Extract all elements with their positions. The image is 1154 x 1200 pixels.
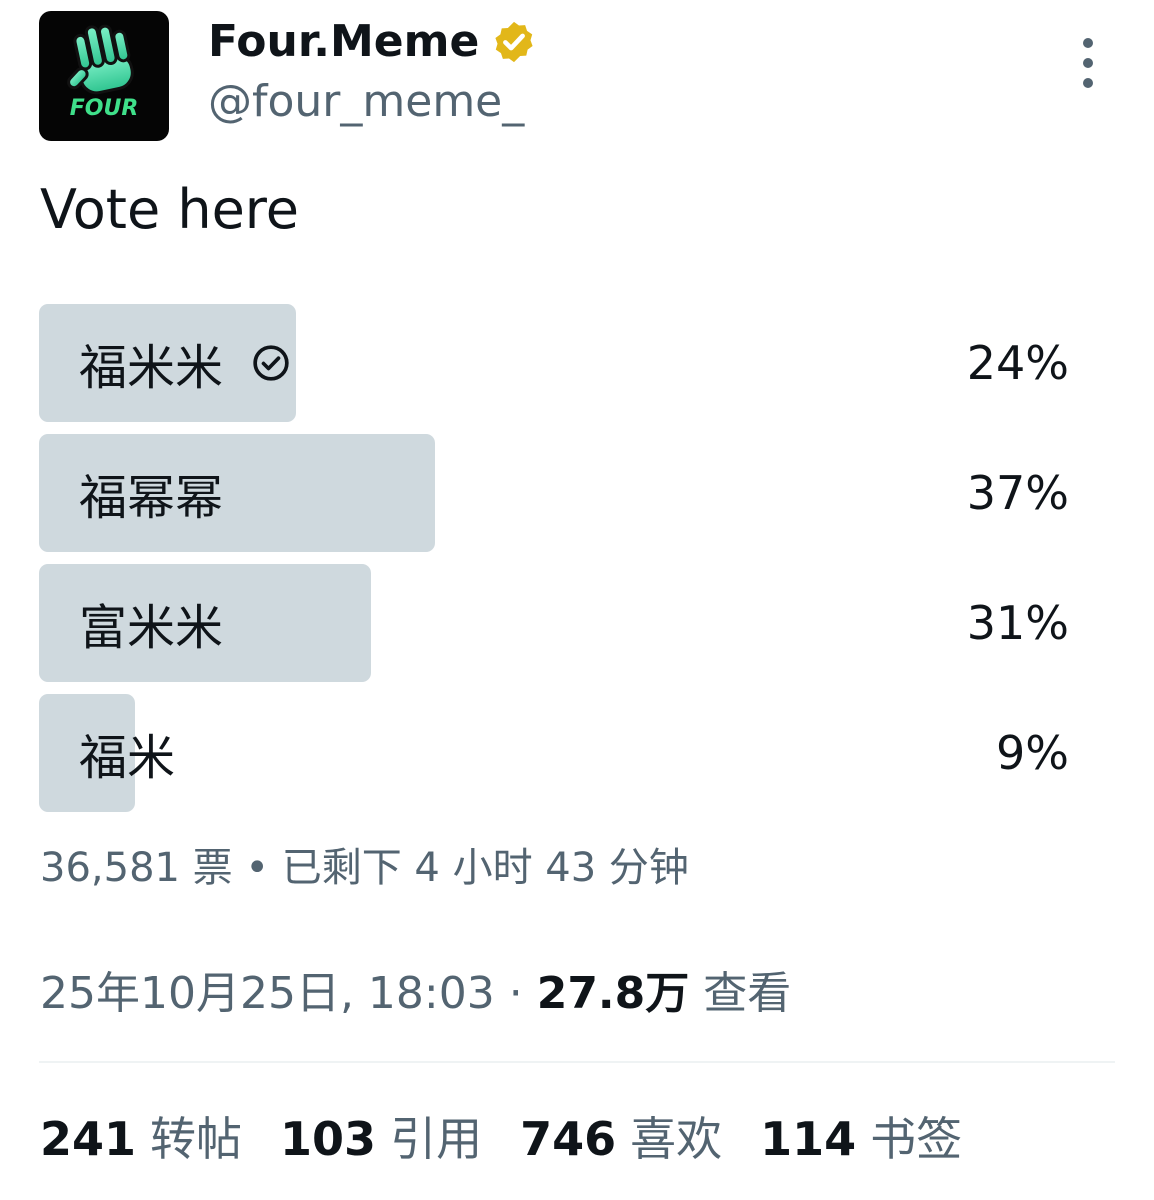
- poll-option-percent: 31%: [966, 596, 1069, 650]
- poll-option: 福幂幂 37%: [39, 434, 1079, 552]
- stat-reposts[interactable]: 241 转帖: [40, 1110, 242, 1168]
- view-count: 27.8万: [536, 968, 690, 1019]
- stat-quotes[interactable]: 103 引用: [280, 1110, 482, 1168]
- poll-option-label: 富米米: [79, 600, 224, 656]
- poll-option-percent: 37%: [966, 466, 1069, 520]
- poll-option-label-row: 福米米: [79, 304, 291, 422]
- tweet-date-time[interactable]: 25年10月25日, 18:03 ·: [40, 968, 537, 1019]
- divider: [39, 1061, 1115, 1063]
- stat-number: 114: [760, 1112, 857, 1166]
- stat-bookmarks[interactable]: 114 书签: [760, 1110, 962, 1168]
- stat-label: 喜欢: [630, 1112, 723, 1166]
- poll-option-label: 福米米: [79, 340, 224, 396]
- poll-option-percent: 9%: [996, 726, 1069, 780]
- poll-option-label-row: 福幂幂: [79, 434, 223, 552]
- view-count-label: 查看: [703, 968, 792, 1019]
- poll-option: 富米米 31%: [39, 564, 1079, 682]
- stat-label: 转帖: [150, 1112, 243, 1166]
- author-avatar[interactable]: FOUR: [39, 11, 169, 141]
- poll: 福米米 24% 福幂幂 37% 富米米 31% 福米 9%: [39, 304, 1079, 824]
- stat-number: 241: [40, 1112, 137, 1166]
- stat-number: 746: [520, 1112, 617, 1166]
- more-dot: [1083, 58, 1093, 68]
- author-display-name-row[interactable]: Four.Meme: [208, 14, 537, 70]
- stat-number: 103: [280, 1112, 377, 1166]
- author-handle[interactable]: @four_meme_: [208, 74, 524, 130]
- tweet-timestamp-row: 25年10月25日, 18:03 · 27.8万 查看: [40, 966, 791, 1022]
- poll-option-label-row: 富米米: [79, 564, 223, 682]
- tweet-text: Vote here: [40, 178, 300, 241]
- engagement-stats: 241 转帖 103 引用 746 喜欢 114 书签: [40, 1110, 962, 1168]
- poll-option-label: 福幂幂: [79, 470, 224, 526]
- poll-option-percent: 24%: [966, 336, 1069, 390]
- more-dot: [1083, 38, 1093, 48]
- poll-option-label: 福米: [79, 730, 176, 786]
- poll-option: 福米米 24%: [39, 304, 1079, 422]
- stat-label: 引用: [390, 1112, 483, 1166]
- poll-option: 福米 9%: [39, 694, 1079, 812]
- poll-option-label-row: 福米: [79, 694, 175, 812]
- poll-meta: 36,581 票 • 已剩下 4 小时 43 分钟: [40, 845, 689, 891]
- stat-likes[interactable]: 746 喜欢: [520, 1110, 722, 1168]
- four-meme-logo: FOUR: [67, 24, 139, 121]
- selected-check-icon: [253, 345, 289, 381]
- more-options-icon[interactable]: [1068, 38, 1108, 88]
- stat-label: 书签: [870, 1112, 963, 1166]
- author-display-name[interactable]: Four.Meme: [208, 14, 479, 70]
- verified-badge-icon: [495, 21, 533, 63]
- more-dot: [1083, 78, 1093, 88]
- svg-text:FOUR: FOUR: [70, 96, 139, 121]
